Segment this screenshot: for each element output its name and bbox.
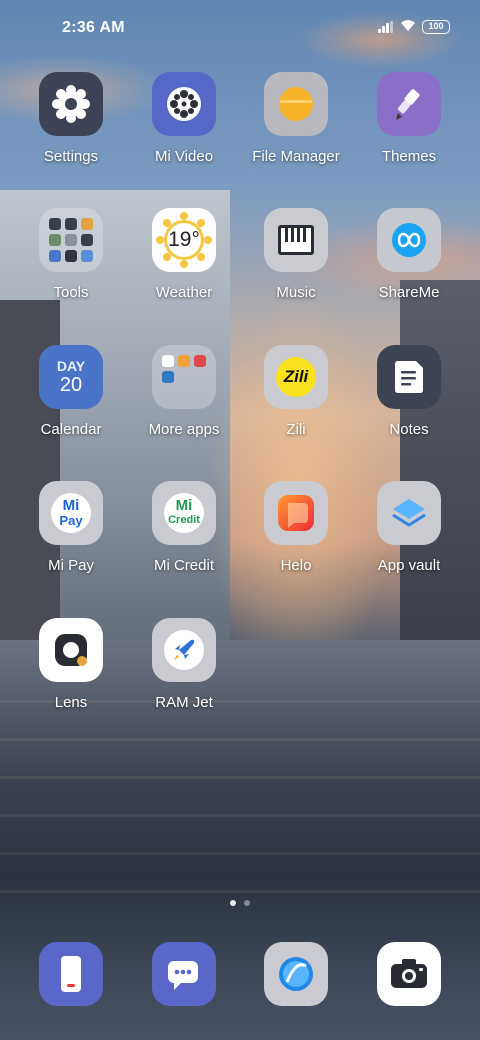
app-file-manager[interactable]: File Manager [241,72,351,165]
app-label: RAM Jet [155,694,213,711]
app-label: More apps [148,421,220,438]
mi-pay-icon: Mi Pay [39,481,103,545]
zili-icon: Zili [264,345,328,409]
mi-pay-logo-bottom: Pay [59,513,83,528]
shareme-icon [377,208,441,272]
folder-tools[interactable]: Tools [16,208,126,301]
app-label: File Manager [252,148,340,165]
app-lens[interactable]: Lens [16,618,126,711]
app-settings[interactable]: Settings [16,72,126,165]
folder-icon [264,72,328,136]
browser-icon [264,942,328,1006]
camera-icon [377,942,441,1006]
app-helo[interactable]: Helo [241,481,351,574]
mi-pay-logo-top: Mi [62,497,80,514]
app-zili[interactable]: Zili Zili [241,345,351,438]
weather-temp: 19° [168,228,200,251]
folder-more-apps[interactable]: More apps [129,345,239,438]
settings-icon [39,72,103,136]
app-notes[interactable]: Notes [354,345,464,438]
page-dot-active [230,900,236,906]
zili-logo-text: Zili [283,367,309,386]
dock-browser[interactable] [241,942,351,1006]
app-label: Zili [286,421,306,438]
film-reel-icon [152,72,216,136]
calendar-icon: DAY 20 [39,345,103,409]
lens-icon [39,618,103,682]
mi-credit-logo-top: Mi [175,497,193,514]
app-weather[interactable]: 19° Weather [129,208,239,301]
app-mi-video[interactable]: Mi Video [129,72,239,165]
notes-icon [377,345,441,409]
status-bar: 2:36 AM 100 [0,0,480,56]
app-music[interactable]: Music [241,208,351,301]
calendar-date: 20 [59,373,83,396]
app-label: Mi Pay [48,557,94,574]
app-themes[interactable]: Themes [354,72,464,165]
app-label: Tools [53,284,89,301]
app-mi-credit[interactable]: Mi Credit Mi Credit [129,481,239,574]
wifi-icon [401,20,415,31]
helo-icon [264,481,328,545]
battery-icon: 100 [422,20,450,34]
dock-messages[interactable] [129,942,239,1006]
app-app-vault[interactable]: App vault [354,481,464,574]
app-mi-pay[interactable]: Mi Pay Mi Pay [16,481,126,574]
app-label: Mi Credit [153,557,214,574]
app-label: Music [276,284,316,301]
app-label: Weather [155,284,213,301]
rocket-icon [152,618,216,682]
app-ram-jet[interactable]: RAM Jet [129,618,239,711]
layers-icon [377,481,441,545]
messages-icon [152,942,216,1006]
app-calendar[interactable]: DAY 20 Calendar [16,345,126,438]
piano-icon [264,208,328,272]
app-label: Lens [54,694,88,711]
page-indicator [0,893,480,911]
weather-sun-icon: 19° [152,208,216,272]
page-dot [244,900,250,906]
app-label: Themes [381,148,437,165]
app-label: ShareMe [378,284,440,301]
more-apps-folder-icon [152,345,216,409]
dock-camera[interactable] [354,942,464,1006]
paintbrush-icon [377,72,441,136]
mi-credit-logo-bottom: Credit [168,514,200,526]
status-time: 2:36 AM [62,19,125,36]
signal-icon [378,21,394,33]
app-label: Notes [389,421,429,438]
app-shareme[interactable]: ShareMe [354,208,464,301]
app-label: App vault [377,557,441,574]
calendar-day-label: DAY [56,357,86,374]
tools-folder-icon [39,208,103,272]
app-label: Calendar [40,421,102,438]
mi-credit-icon: Mi Credit [152,481,216,545]
app-label: Settings [43,148,99,165]
dock-phone[interactable] [16,942,126,1006]
phone-icon [39,942,103,1006]
app-label: Helo [280,557,312,574]
app-label: Mi Video [154,148,214,165]
